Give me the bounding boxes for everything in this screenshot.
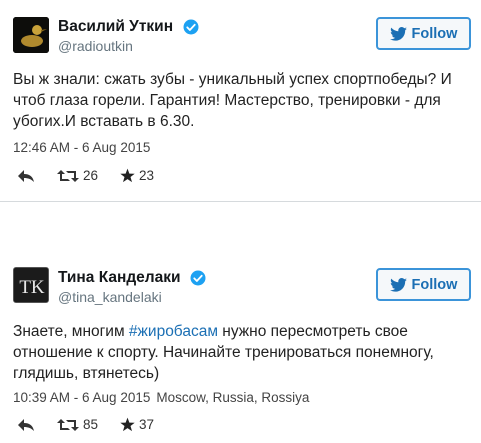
author-name[interactable]: Тина Канделаки [58, 269, 181, 287]
location[interactable]: Moscow, Russia, Rossiya [156, 390, 309, 405]
tweet-meta: 10:39 AM - 6 Aug 2015 Moscow, Russia, Ros… [13, 390, 309, 405]
reply-icon [18, 169, 34, 182]
reply-icon [18, 418, 34, 431]
reply-button[interactable] [17, 169, 35, 183]
retweet-count: 26 [83, 168, 99, 183]
avatar[interactable] [13, 17, 49, 53]
hashtag-link[interactable]: #жиробасам [129, 323, 218, 340]
like-count: 37 [139, 417, 155, 432]
divider [0, 201, 481, 202]
like-count: 23 [139, 168, 155, 183]
verified-badge-icon [190, 270, 206, 286]
retweet-icon [57, 169, 79, 182]
avatar-monogram: TK [19, 277, 45, 298]
like-button[interactable]: 37 [120, 417, 154, 432]
retweet-count: 85 [83, 417, 99, 432]
action-bar: 26 23 [17, 168, 176, 183]
like-button[interactable]: 23 [120, 168, 154, 183]
tweet-text: Знаете, многим #жиробасам нужно пересмот… [13, 321, 473, 384]
retweet-button[interactable]: 85 [57, 417, 98, 432]
follow-button[interactable]: Follow [376, 17, 471, 50]
twitter-bird-icon [389, 277, 407, 292]
follow-button[interactable]: Follow [376, 268, 471, 301]
tweet-card: TK Тина Канделаки @tina_kandelaki Follow… [0, 253, 481, 443]
tweet-meta: 12:46 AM - 6 Aug 2015 [13, 140, 150, 155]
star-icon [120, 417, 135, 432]
author-handle[interactable]: @tina_kandelaki [58, 289, 207, 305]
tweet-text: Вы ж знали: сжать зубы - уникальный успе… [13, 71, 452, 130]
timestamp[interactable]: 12:46 AM - 6 Aug 2015 [13, 140, 150, 155]
action-bar: 85 37 [17, 417, 176, 432]
timestamp[interactable]: 10:39 AM - 6 Aug 2015 [13, 390, 150, 405]
star-icon [120, 168, 135, 183]
follow-button-label: Follow [411, 25, 458, 42]
retweet-button[interactable]: 26 [57, 168, 98, 183]
retweet-icon [57, 418, 79, 431]
author-block: Тина Канделаки @tina_kandelaki [58, 269, 207, 305]
twitter-bird-icon [389, 26, 407, 41]
author-block: Василий Уткин @radioutkin [58, 18, 200, 54]
tweet-text-part: Знаете, многим [13, 323, 129, 340]
author-name[interactable]: Василий Уткин [58, 18, 173, 36]
tweet-card: Василий Уткин @radioutkin Follow Вы ж зн… [0, 0, 481, 201]
verified-badge-icon [183, 19, 199, 35]
avatar[interactable]: TK [13, 267, 49, 303]
author-handle[interactable]: @radioutkin [58, 38, 200, 54]
reply-button[interactable] [17, 418, 35, 432]
follow-button-label: Follow [411, 276, 458, 293]
